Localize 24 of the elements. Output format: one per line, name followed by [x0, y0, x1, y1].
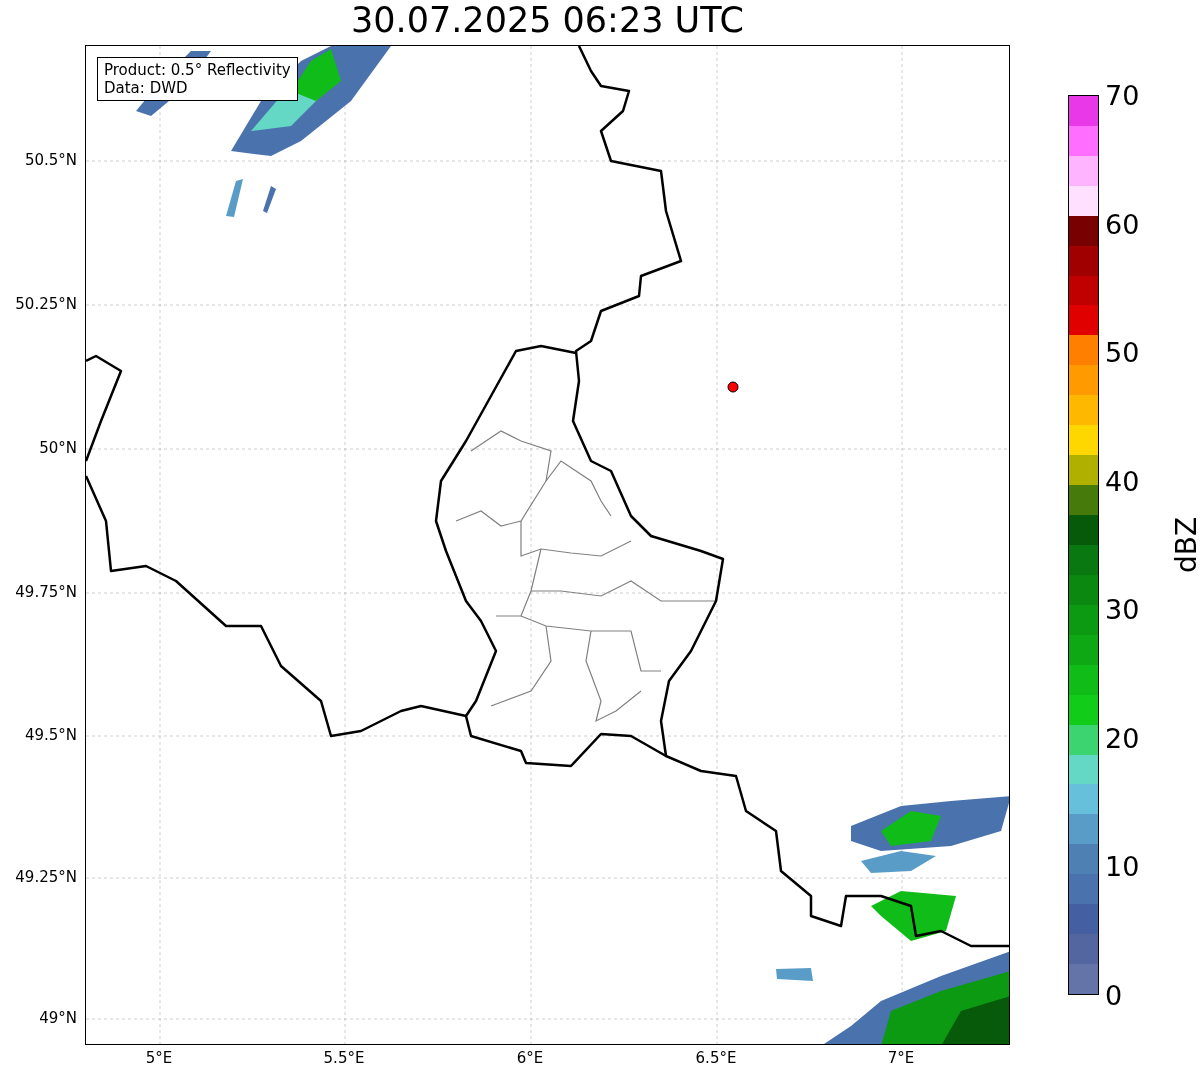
- colorbar-tick-label: 70: [1105, 81, 1140, 109]
- longitude-label: 5.5°E: [323, 1051, 365, 1066]
- colorbar-tick-label: 60: [1105, 210, 1140, 238]
- colorbar-tick-label: 50: [1105, 338, 1140, 366]
- colorbar-tick-label: 10: [1105, 852, 1140, 880]
- colorbar-tick-label: 40: [1105, 467, 1140, 495]
- latitude-label: 49.75°N: [15, 584, 77, 600]
- longitude-label: 6.5°E: [695, 1051, 737, 1066]
- info-text: Product: 0.5° Reflectivity: [104, 61, 291, 79]
- colorbar-label: dBZ: [1173, 516, 1202, 574]
- longitude-label: 5°E: [145, 1051, 173, 1066]
- latitude-label: 50°N: [39, 440, 77, 456]
- latitude-label: 49.5°N: [24, 727, 77, 743]
- latitude-label: 49°N: [39, 1010, 77, 1026]
- colorbar-tick-label: 0: [1105, 981, 1123, 1009]
- latitude-label: 50.5°N: [24, 152, 77, 168]
- latitude-label: 49.25°N: [15, 869, 77, 885]
- longitude-label: 6°E: [516, 1051, 544, 1066]
- latitude-label: 50.25°N: [15, 296, 77, 312]
- longitude-label: 7°E: [887, 1051, 915, 1066]
- colorbar-tick-label: 20: [1105, 724, 1140, 752]
- info-text: Data: DWD: [104, 79, 189, 97]
- colorbar-tick-label: 30: [1105, 595, 1140, 623]
- map-title: 30.07.2025 06:23 UTC: [351, 3, 744, 38]
